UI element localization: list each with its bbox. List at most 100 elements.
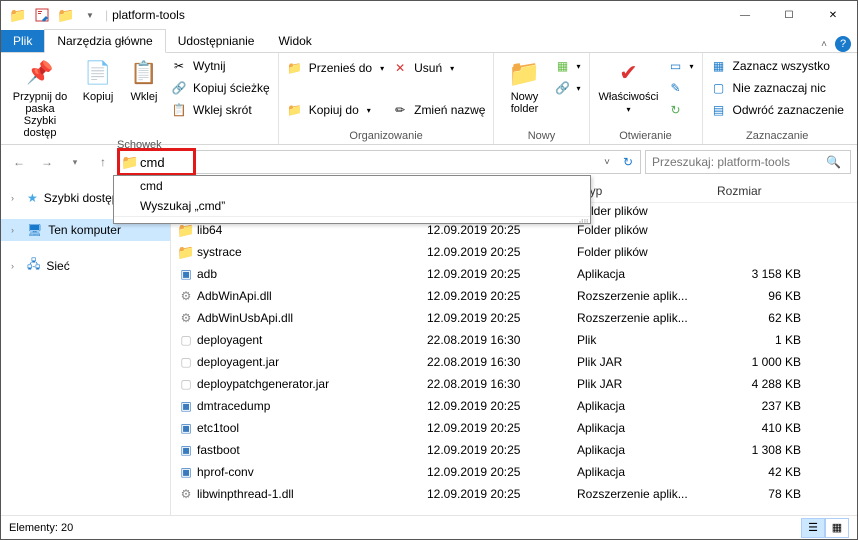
- invertsel-icon: ▤: [711, 103, 727, 117]
- table-row[interactable]: 📁systrace12.09.2019 20:25Folder plików: [171, 241, 857, 263]
- edit-button[interactable]: ✎: [666, 77, 696, 99]
- group-organize-label: Organizowanie: [285, 130, 488, 144]
- table-row[interactable]: ▢deploypatchgenerator.jar22.08.2019 16:3…: [171, 373, 857, 395]
- file-date: 12.09.2019 20:25: [427, 487, 577, 501]
- table-row[interactable]: ▣fastboot12.09.2019 20:25Aplikacja1 308 …: [171, 439, 857, 461]
- up-button[interactable]: ↑: [91, 150, 115, 174]
- close-button[interactable]: ✕: [811, 1, 855, 29]
- col-size[interactable]: Rozmiar: [711, 184, 801, 198]
- copyto-button[interactable]: 📁Kopiuj do▾: [285, 99, 386, 121]
- file-icon: ▢: [175, 355, 197, 369]
- table-row[interactable]: ⚙AdbWinUsbApi.dll12.09.2019 20:25Rozszer…: [171, 307, 857, 329]
- ribbon-collapse-icon[interactable]: ˄: [821, 39, 827, 50]
- file-icon: ▣: [175, 267, 197, 281]
- col-type[interactable]: Typ: [577, 184, 711, 198]
- address-bar[interactable]: 📁 ˅ ↻: [119, 150, 641, 174]
- qat-customize-icon[interactable]: ▼: [79, 4, 101, 26]
- tab-home[interactable]: Narzędzia główne: [44, 29, 165, 53]
- file-icon: ⚙: [175, 311, 197, 325]
- copy-button[interactable]: 📄 Kopiuj: [77, 55, 119, 103]
- selectall-button[interactable]: ▦Zaznacz wszystko: [709, 55, 846, 77]
- tab-view[interactable]: Widok: [266, 30, 323, 52]
- table-row[interactable]: ▣dmtracedump12.09.2019 20:25Aplikacja237…: [171, 395, 857, 417]
- view-details-button[interactable]: ☰: [801, 518, 825, 538]
- sidebar-network[interactable]: ›🖧Sieć: [1, 251, 170, 280]
- file-size: 42 KB: [711, 465, 801, 479]
- rename-button[interactable]: ✏Zmień nazwę: [390, 99, 487, 121]
- newfolder-icon: 📁: [508, 57, 540, 89]
- file-type: Aplikacja: [577, 399, 711, 413]
- invertsel-button[interactable]: ▤Odwróć zaznaczenie: [709, 99, 846, 121]
- table-row[interactable]: ▣adb12.09.2019 20:25Aplikacja3 158 KB: [171, 263, 857, 285]
- autocomplete-dropdown: cmd Wyszukaj „cmd” ⣠⣤: [113, 175, 591, 224]
- file-date: 12.09.2019 20:25: [427, 289, 577, 303]
- tab-share[interactable]: Udostępnianie: [166, 30, 267, 52]
- properties-qat-icon[interactable]: [31, 4, 53, 26]
- moveto-button[interactable]: 📁Przenieś do▾: [285, 57, 386, 79]
- file-date: 12.09.2019 20:25: [427, 223, 577, 237]
- newfolder-button[interactable]: 📁 Nowy folder: [500, 55, 548, 115]
- history-button[interactable]: ↻: [666, 99, 696, 121]
- table-row[interactable]: ⚙libwinpthread-1.dll12.09.2019 20:25Rozs…: [171, 483, 857, 505]
- selectnone-button[interactable]: ▢Nie zaznaczaj nic: [709, 77, 846, 99]
- delete-button[interactable]: ✕Usuń▾: [390, 57, 487, 79]
- file-type: Plik JAR: [577, 377, 711, 391]
- easyaccess-button[interactable]: 🔗▾: [552, 77, 582, 99]
- moveto-icon: 📁: [287, 61, 303, 75]
- properties-button[interactable]: ✔ Właściwości ▾: [596, 55, 662, 115]
- file-name: adb: [197, 267, 427, 281]
- newitem-button[interactable]: ▦▾: [552, 55, 582, 77]
- cut-button[interactable]: ✂Wytnij: [169, 55, 272, 77]
- view-large-button[interactable]: ▦: [825, 518, 849, 538]
- file-name: AdbWinUsbApi.dll: [197, 311, 427, 325]
- maximize-button[interactable]: ☐: [767, 1, 811, 29]
- file-icon: ▣: [175, 399, 197, 413]
- search-icon[interactable]: 🔍: [826, 155, 850, 169]
- file-name: AdbWinApi.dll: [197, 289, 427, 303]
- file-name: deployagent.jar: [197, 355, 427, 369]
- pin-button[interactable]: 📌 Przypnij do paska Szybki dostęp: [7, 55, 73, 139]
- table-row[interactable]: ▣hprof-conv12.09.2019 20:25Aplikacja42 K…: [171, 461, 857, 483]
- open-button[interactable]: ▭▾: [666, 55, 696, 77]
- back-button[interactable]: ←: [7, 150, 31, 174]
- forward-button[interactable]: →: [35, 150, 59, 174]
- file-icon: 📁: [175, 244, 197, 261]
- expand-icon[interactable]: ›: [11, 225, 21, 235]
- table-row[interactable]: ▢deployagent.jar22.08.2019 16:30Plik JAR…: [171, 351, 857, 373]
- pasteshortcut-button[interactable]: 📋Wklej skrót: [169, 99, 272, 121]
- table-row[interactable]: ▢deployagent22.08.2019 16:30Plik1 KB: [171, 329, 857, 351]
- resize-grip-icon[interactable]: ⣠⣤: [114, 216, 590, 223]
- refresh-icon[interactable]: ↻: [616, 155, 640, 169]
- expand-icon[interactable]: ›: [11, 193, 21, 203]
- minimize-button[interactable]: —: [723, 1, 767, 29]
- file-size: 3 158 KB: [711, 267, 801, 281]
- pasteshortcut-icon: 📋: [171, 103, 187, 117]
- easyaccess-icon: 🔗: [554, 81, 570, 95]
- network-icon: 🖧: [27, 255, 40, 276]
- cut-icon: ✂: [171, 59, 187, 73]
- file-date: 22.08.2019 16:30: [427, 333, 577, 347]
- expand-icon[interactable]: ›: [11, 261, 21, 271]
- copypath-button[interactable]: 🔗Kopiuj ścieżkę: [169, 77, 272, 99]
- search-input[interactable]: [646, 155, 826, 169]
- suggest-cmd[interactable]: cmd: [114, 176, 590, 196]
- paste-button[interactable]: 📋 Wklej: [123, 55, 165, 103]
- folder-qat-icon[interactable]: 📁: [55, 4, 77, 26]
- tab-file[interactable]: Plik: [1, 30, 44, 52]
- address-input[interactable]: [140, 152, 598, 172]
- suggest-search-cmd[interactable]: Wyszukaj „cmd”: [114, 196, 590, 216]
- address-dropdown-icon[interactable]: ˅: [598, 157, 616, 168]
- file-date: 12.09.2019 20:25: [427, 399, 577, 413]
- open-icon: ▭: [668, 59, 684, 73]
- file-size: 1 000 KB: [711, 355, 801, 369]
- recent-button[interactable]: ▾: [63, 150, 87, 174]
- help-icon[interactable]: ?: [835, 36, 851, 52]
- file-name: fastboot: [197, 443, 427, 457]
- properties-icon: ✔: [613, 57, 645, 89]
- table-row[interactable]: ⚙AdbWinApi.dll12.09.2019 20:25Rozszerzen…: [171, 285, 857, 307]
- pc-icon: 🖥: [27, 223, 42, 237]
- table-row[interactable]: ▣etc1tool12.09.2019 20:25Aplikacja410 KB: [171, 417, 857, 439]
- edit-icon: ✎: [668, 81, 684, 95]
- file-type: Aplikacja: [577, 421, 711, 435]
- search-box[interactable]: 🔍: [645, 150, 851, 174]
